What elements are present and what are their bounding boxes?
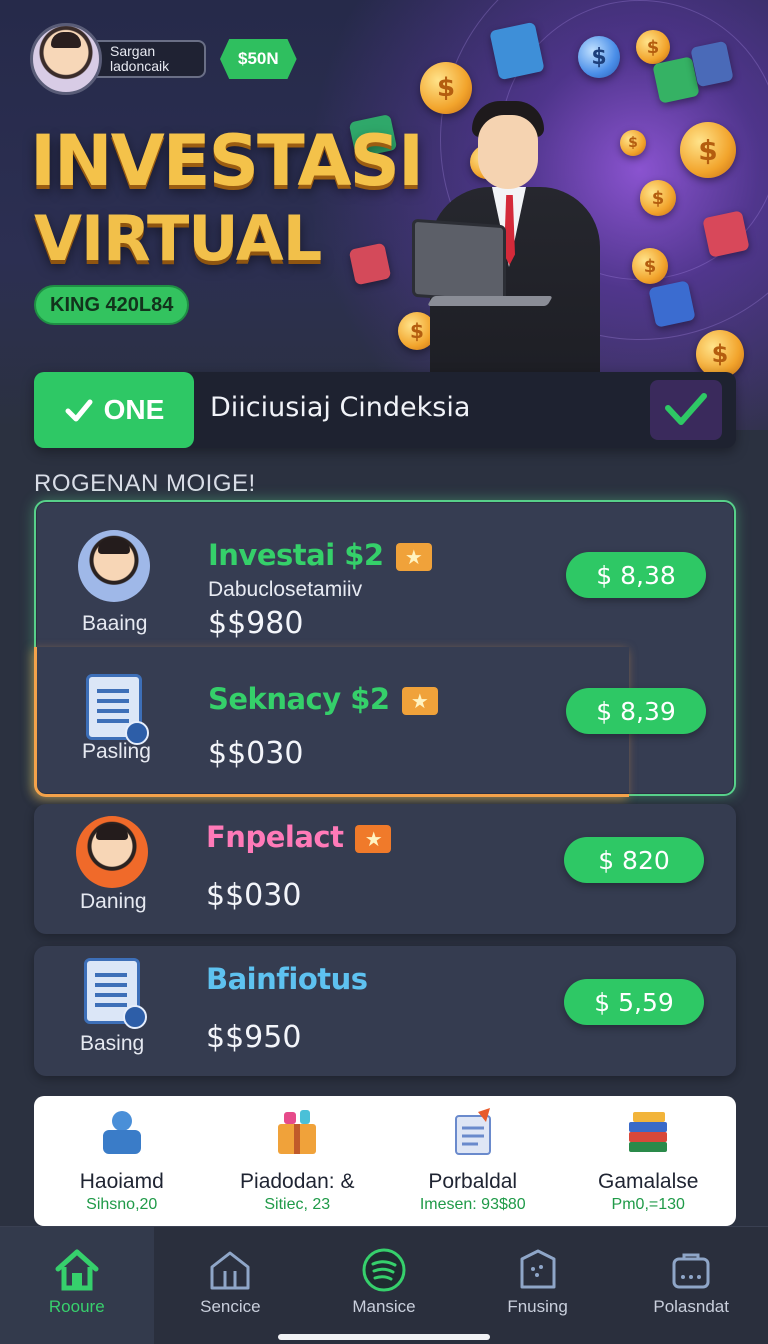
coin-icon: $ <box>632 248 668 284</box>
nav-label: Fnusing <box>507 1297 568 1316</box>
check-icon <box>65 399 93 422</box>
item-title: Fnpelact ★ <box>206 820 392 854</box>
list-item-card[interactable]: Basing Bainfiotus $$950 $ 5,59 <box>34 946 736 1076</box>
price-button[interactable]: $ 8,38 <box>566 552 706 598</box>
coin-icon: $ <box>636 30 670 64</box>
coin-icon: $ <box>680 122 736 178</box>
stat-value: Imesen: 93$80 <box>419 1196 526 1213</box>
nav-label: Polasndat <box>653 1297 729 1316</box>
stat-value: Pm0,=130 <box>611 1196 685 1213</box>
star-badge-icon: ★ <box>395 543 432 571</box>
gift-box-icon <box>278 1110 317 1154</box>
list-item[interactable]: Baaing Investai $2 ★ Dabuclosetamiiv $$98… <box>36 508 738 648</box>
document-icon <box>78 674 154 750</box>
stat-value: Sitiec, 23 <box>264 1196 331 1213</box>
stat-item[interactable]: Gamalalse Pm0,=130 <box>561 1096 737 1226</box>
profile-chip[interactable]: Sargan ladoncaik $50N <box>30 22 297 96</box>
price-button[interactable]: $ 8,39 <box>566 688 706 734</box>
list-item-card[interactable]: Daning Fnpelact ★ $$030 $ 820 <box>34 804 736 934</box>
coin-icon: $ <box>578 36 620 78</box>
home-indicator <box>278 1334 490 1340</box>
stats-panel: Haoiamd Sihsno,20 Piadodan: & Sitiec, 23… <box>34 1096 736 1226</box>
item-caption: Baaing <box>82 612 148 635</box>
laptop-illustration <box>412 218 506 304</box>
item-title: Seknacy $2 ★ <box>208 682 438 716</box>
nav-item-fnusing[interactable]: Fnusing <box>461 1227 615 1344</box>
star-card-icon <box>348 242 392 286</box>
stat-item[interactable]: Haoiamd Sihsno,20 <box>34 1096 210 1226</box>
profile-name-line2: ladoncaik <box>110 58 170 74</box>
building-icon <box>210 1251 250 1290</box>
stat-label: Porbaldal <box>428 1170 518 1193</box>
stat-value: Sihsno,20 <box>86 1196 158 1213</box>
stat-label: Gamalalse <box>598 1170 699 1193</box>
item-title: Bainfiotus <box>206 962 368 996</box>
one-tab-button[interactable]: ONE <box>34 372 194 448</box>
investor-avatar-icon <box>78 530 154 606</box>
laptop-base <box>427 296 553 306</box>
stat-item[interactable]: Porbaldal Imesen: 93$80 <box>385 1096 561 1226</box>
item-amount: $$950 <box>206 1020 302 1055</box>
profile-name-line1: Sargan <box>110 43 156 59</box>
dollar-card-icon <box>648 280 696 328</box>
nav-label: Mansice <box>352 1297 416 1316</box>
featured-investments-group: Baaing Investai $2 ★ Dabuclosetamiiv $$98… <box>34 500 738 797</box>
price-button[interactable]: $ 820 <box>564 837 704 883</box>
status-text: Diiciusiaj Cindeksia <box>210 392 471 423</box>
list-item[interactable]: Daning Fnpelact ★ $$030 $ 820 <box>34 794 736 934</box>
hero-title-line2: VIRTUAL <box>34 202 322 275</box>
spotify-like-icon <box>362 1248 406 1292</box>
store-icon <box>520 1249 556 1289</box>
coin-icon: $ <box>640 180 676 216</box>
hero-banner: $ $ $ $ $ $ $ $ $ $ Sargan ladoncaik $50… <box>0 0 768 430</box>
shop-icon <box>672 1253 710 1289</box>
bottom-nav: Rooure Sencice Mansice Fnusing Polasndat <box>0 1226 768 1344</box>
balance-badge[interactable]: $50N <box>220 39 297 79</box>
stack-books-icon <box>629 1112 668 1152</box>
item-caption: Daning <box>80 890 147 913</box>
hero-title-line1: INVESTASI <box>30 120 424 202</box>
nav-item-sencice[interactable]: Sencice <box>154 1227 308 1344</box>
document-icon <box>76 958 152 1034</box>
confirm-button[interactable] <box>650 380 722 440</box>
nav-label: Rooure <box>48 1297 105 1316</box>
stat-label: Piadodan: & <box>240 1170 355 1193</box>
blue-figure-icon <box>102 1111 141 1154</box>
one-tab-label: ONE <box>103 394 165 425</box>
list-item[interactable]: Pasling Seknacy $2 ★ $$030 $ 8,39 <box>36 652 738 792</box>
item-amount: $$030 <box>208 736 304 771</box>
stat-item[interactable]: Piadodan: & Sitiec, 23 <box>210 1096 386 1226</box>
promo-code-pill[interactable]: KING 420L84 <box>34 285 190 325</box>
profile-name-tag: Sargan ladoncaik <box>96 40 206 78</box>
coin-icon: $ <box>696 330 744 378</box>
star-badge-icon: ★ <box>355 825 392 853</box>
report-icon <box>454 1108 491 1155</box>
star-badge-icon: ★ <box>401 687 438 715</box>
check-icon <box>665 393 707 425</box>
price-button[interactable]: $ 5,59 <box>564 979 704 1025</box>
nav-item-mansice[interactable]: Mansice <box>307 1227 461 1344</box>
item-amount: $$980 <box>208 606 304 641</box>
item-subtitle: Dabuclosetamiiv <box>208 578 363 601</box>
dollar-card-icon <box>702 210 750 258</box>
item-title: Investai $2 ★ <box>208 538 432 572</box>
status-bar: ONE Diiciusiaj Cindeksia <box>34 372 736 448</box>
investor-avatar-icon <box>76 816 152 892</box>
section-title: ROGENAN MOIGE! <box>34 470 256 497</box>
stat-label: Haoiamd <box>79 1170 164 1193</box>
nav-item-polasndat[interactable]: Polasndat <box>614 1227 768 1344</box>
item-caption: Pasling <box>82 740 151 763</box>
item-caption: Basing <box>80 1032 145 1055</box>
home-icon <box>55 1249 99 1291</box>
chart-card-icon <box>489 21 545 81</box>
item-amount: $$030 <box>206 878 302 913</box>
list-item[interactable]: Basing Bainfiotus $$950 $ 5,59 <box>34 936 736 1076</box>
avatar[interactable] <box>30 23 102 95</box>
nav-item-home[interactable]: Rooure <box>0 1227 154 1344</box>
nav-label: Sencice <box>200 1297 261 1316</box>
